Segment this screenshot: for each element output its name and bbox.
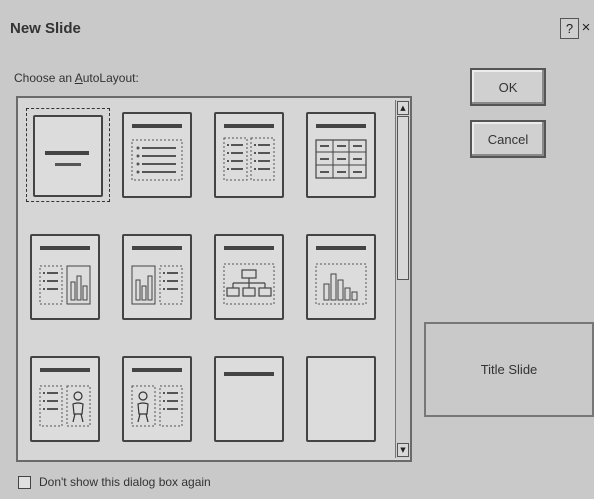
close-button[interactable]: × [578, 17, 594, 37]
layout-preview: Title Slide [424, 322, 594, 417]
layout-text-and-chart[interactable] [26, 230, 110, 324]
chart-and-text-layout-icon [122, 234, 192, 320]
clip-art-and-text-layout-icon [122, 356, 192, 442]
preview-caption: Title Slide [480, 362, 538, 377]
two-column-text-layout-icon [214, 112, 284, 198]
layout-chart[interactable] [302, 230, 386, 324]
scroll-up-button[interactable]: ▲ [397, 101, 409, 115]
layout-blank[interactable] [302, 352, 386, 446]
text-and-clip-art-layout-icon [30, 356, 100, 442]
ok-button[interactable]: OK [470, 68, 546, 106]
text-and-chart-layout-icon [30, 234, 100, 320]
blank-layout-icon [306, 356, 376, 442]
dont-show-checkbox[interactable] [18, 475, 31, 489]
layout-chart-and-text[interactable] [118, 230, 202, 324]
autolayout-label: Choose an AutoLayout: [14, 71, 139, 85]
layout-title-only[interactable] [210, 352, 294, 446]
chart-layout-icon [306, 234, 376, 320]
layout-clip-art-and-text[interactable] [118, 352, 202, 446]
scrollbar-thumb[interactable] [397, 116, 409, 280]
layout-title-slide[interactable] [26, 108, 110, 202]
cancel-button[interactable]: Cancel [470, 120, 546, 158]
title-slide-layout-icon [33, 115, 103, 197]
layout-text-and-clip-art[interactable] [26, 352, 110, 446]
table-layout-icon [306, 112, 376, 198]
autolayout-list[interactable]: ▲ ▼ [16, 96, 412, 462]
new-slide-dialog: New Slide ? × Choose an AutoLayout: ▲ ▼ … [0, 0, 594, 499]
layout-scrollbar[interactable]: ▲ ▼ [395, 100, 410, 458]
help-button[interactable]: ? [560, 18, 579, 39]
autolayout-label-suffix: utoLayout: [82, 71, 139, 85]
autolayout-label-accel: A [74, 71, 83, 85]
layout-two-column-text[interactable] [210, 108, 294, 202]
title-only-layout-icon [214, 356, 284, 442]
organization-chart-layout-icon [214, 234, 284, 320]
layout-table[interactable] [302, 108, 386, 202]
autolayout-label-prefix: Choose an [14, 71, 75, 85]
scroll-down-button[interactable]: ▼ [397, 443, 409, 457]
dont-show-row[interactable]: Don't show this dialog box again [18, 475, 211, 489]
layout-bulleted-list[interactable] [118, 108, 202, 202]
dialog-title: New Slide [10, 20, 81, 37]
layout-organization-chart[interactable] [210, 230, 294, 324]
dont-show-label[interactable]: Don't show this dialog box again [39, 475, 211, 489]
bulleted-list-layout-icon [122, 112, 192, 198]
